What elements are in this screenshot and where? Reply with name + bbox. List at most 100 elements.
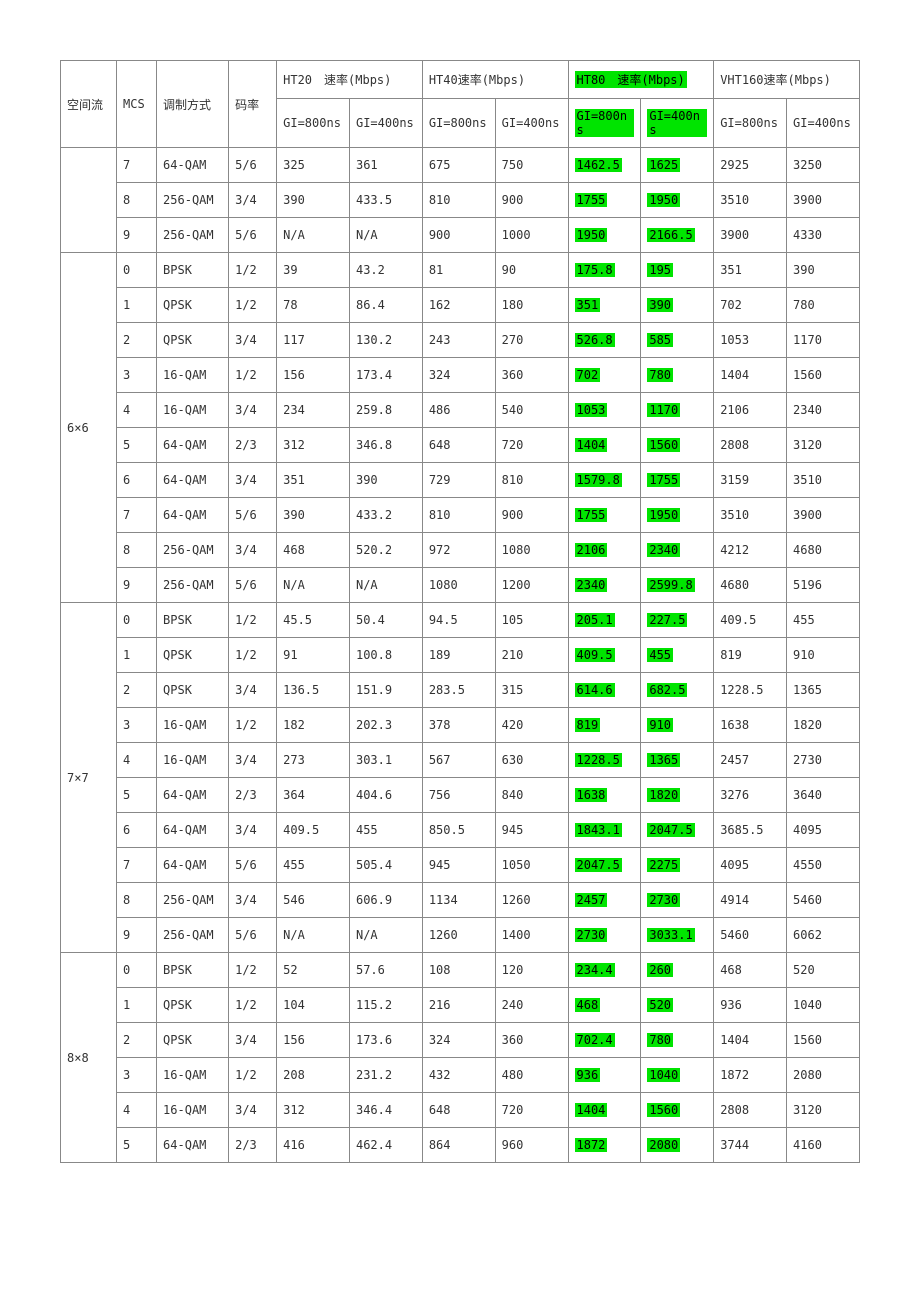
cell-vht160-gi400: 390 [787, 253, 860, 288]
cell-code-rate: 5/6 [229, 148, 277, 183]
cell-mcs: 5 [117, 428, 157, 463]
cell-ht20-gi800: N/A [277, 918, 350, 953]
cell-ht80-gi400: 1560 [641, 428, 714, 463]
col-ht80: HT80 速率(Mbps) [568, 61, 714, 99]
cell-ht20-gi800: 39 [277, 253, 350, 288]
cell-vht160-gi800: 2925 [714, 148, 787, 183]
cell-ht80-gi400: 390 [641, 288, 714, 323]
cell-mcs: 5 [117, 778, 157, 813]
cell-ht40-gi800: 1080 [422, 568, 495, 603]
cell-ht80-gi800: 1462.5 [568, 148, 641, 183]
col-ht40-gi400: GI=400ns [495, 99, 568, 148]
cell-ht20-gi800: 182 [277, 708, 350, 743]
cell-ht20-gi400: 433.5 [349, 183, 422, 218]
cell-ht40-gi800: 324 [422, 1023, 495, 1058]
cell-vht160-gi400: 455 [787, 603, 860, 638]
cell-ht20-gi400: 346.8 [349, 428, 422, 463]
cell-ht80-gi800: 1755 [568, 183, 641, 218]
cell-ht80-gi400: 1170 [641, 393, 714, 428]
cell-vht160-gi400: 3250 [787, 148, 860, 183]
cell-vht160-gi400: 1040 [787, 988, 860, 1023]
cell-vht160-gi800: 2106 [714, 393, 787, 428]
cell-vht160-gi800: 3159 [714, 463, 787, 498]
cell-ht20-gi400: 462.4 [349, 1128, 422, 1163]
cell-ht20-gi400: 173.6 [349, 1023, 422, 1058]
cell-ht80-gi400: 1950 [641, 183, 714, 218]
cell-ht80-gi400: 1365 [641, 743, 714, 778]
cell-ht40-gi800: 810 [422, 498, 495, 533]
cell-modulation: BPSK [157, 603, 229, 638]
cell-ht40-gi800: 189 [422, 638, 495, 673]
cell-spatial-stream: 8×8 [61, 953, 117, 1163]
cell-ht80-gi800: 2047.5 [568, 848, 641, 883]
table-row: 316-QAM1/2208231.2432480936104018722080 [61, 1058, 860, 1093]
cell-vht160-gi800: 702 [714, 288, 787, 323]
cell-ht40-gi400: 270 [495, 323, 568, 358]
cell-vht160-gi400: 3120 [787, 428, 860, 463]
cell-code-rate: 1/2 [229, 603, 277, 638]
table-row: 564-QAM2/3416462.48649601872208037444160 [61, 1128, 860, 1163]
table-row: 1QPSK1/2104115.22162404685209361040 [61, 988, 860, 1023]
cell-vht160-gi400: 2730 [787, 743, 860, 778]
cell-ht40-gi800: 648 [422, 1093, 495, 1128]
cell-ht80-gi800: 351 [568, 288, 641, 323]
cell-ht40-gi400: 720 [495, 1093, 568, 1128]
cell-vht160-gi800: 3744 [714, 1128, 787, 1163]
cell-ht40-gi800: 756 [422, 778, 495, 813]
table-row: 564-QAM2/3312346.86487201404156028083120 [61, 428, 860, 463]
cell-modulation: 16-QAM [157, 1058, 229, 1093]
cell-ht40-gi400: 315 [495, 673, 568, 708]
cell-mcs: 0 [117, 253, 157, 288]
cell-modulation: 64-QAM [157, 1128, 229, 1163]
cell-mcs: 4 [117, 393, 157, 428]
cell-vht160-gi800: 4095 [714, 848, 787, 883]
cell-ht80-gi800: 2106 [568, 533, 641, 568]
cell-vht160-gi800: 5460 [714, 918, 787, 953]
table-row: 8256-QAM3/4468520.2972108021062340421246… [61, 533, 860, 568]
cell-ht20-gi400: N/A [349, 218, 422, 253]
cell-ht40-gi400: 960 [495, 1128, 568, 1163]
cell-ht80-gi400: 1560 [641, 1093, 714, 1128]
cell-vht160-gi400: 1170 [787, 323, 860, 358]
cell-ht40-gi800: 216 [422, 988, 495, 1023]
cell-ht20-gi800: 416 [277, 1128, 350, 1163]
cell-mcs: 1 [117, 988, 157, 1023]
cell-ht20-gi400: N/A [349, 918, 422, 953]
cell-ht40-gi400: 360 [495, 1023, 568, 1058]
cell-ht20-gi800: 364 [277, 778, 350, 813]
cell-ht20-gi400: 130.2 [349, 323, 422, 358]
cell-ht40-gi800: 729 [422, 463, 495, 498]
cell-ht40-gi800: 567 [422, 743, 495, 778]
cell-ht40-gi800: 1134 [422, 883, 495, 918]
table-row: 416-QAM3/4312346.46487201404156028083120 [61, 1093, 860, 1128]
cell-code-rate: 3/4 [229, 1093, 277, 1128]
cell-ht40-gi800: 162 [422, 288, 495, 323]
cell-ht20-gi400: 606.9 [349, 883, 422, 918]
cell-vht160-gi800: 2457 [714, 743, 787, 778]
cell-ht20-gi400: 520.2 [349, 533, 422, 568]
table-row: 316-QAM1/2156173.432436070278014041560 [61, 358, 860, 393]
table-row: 564-QAM2/3364404.67568401638182032763640 [61, 778, 860, 813]
cell-ht20-gi800: 312 [277, 1093, 350, 1128]
cell-vht160-gi400: 1560 [787, 1023, 860, 1058]
cell-modulation: 64-QAM [157, 848, 229, 883]
cell-ht80-gi400: 2080 [641, 1128, 714, 1163]
cell-mcs: 7 [117, 848, 157, 883]
cell-code-rate: 3/4 [229, 533, 277, 568]
cell-ht20-gi800: 91 [277, 638, 350, 673]
cell-modulation: 16-QAM [157, 708, 229, 743]
cell-modulation: 256-QAM [157, 183, 229, 218]
cell-ht80-gi400: 2599.8 [641, 568, 714, 603]
cell-mcs: 3 [117, 358, 157, 393]
cell-modulation: 256-QAM [157, 218, 229, 253]
cell-ht20-gi800: 208 [277, 1058, 350, 1093]
cell-modulation: QPSK [157, 988, 229, 1023]
cell-ht80-gi400: 3033.1 [641, 918, 714, 953]
mcs-rate-table: 空间流 MCS 调制方式 码率 HT20 速率(Mbps) HT40速率(Mbp… [60, 60, 860, 1163]
table-row: 9256-QAM5/6N/AN/A1080120023402599.846805… [61, 568, 860, 603]
cell-modulation: 64-QAM [157, 463, 229, 498]
table-row: 2QPSK3/4156173.6324360702.478014041560 [61, 1023, 860, 1058]
cell-vht160-gi800: 936 [714, 988, 787, 1023]
cell-ht80-gi800: 702 [568, 358, 641, 393]
cell-ht40-gi400: 90 [495, 253, 568, 288]
